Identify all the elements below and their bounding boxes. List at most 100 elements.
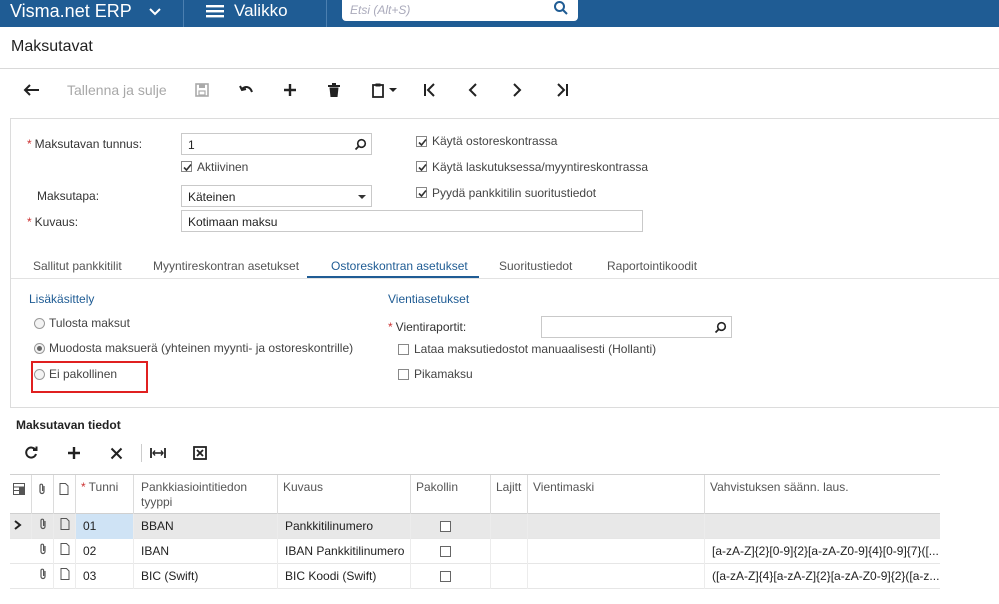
active-checkbox[interactable] (181, 161, 192, 172)
row-regex[interactable]: ([a-zA-Z]{4}[a-zA-Z]{2}[a-zA-Z0-9]{2}([a… (705, 564, 940, 589)
active-label: Aktiivinen (197, 160, 249, 174)
global-search-input[interactable] (350, 1, 540, 19)
add-button[interactable] (279, 79, 301, 101)
export-excel-button[interactable] (189, 442, 211, 464)
delete-button[interactable] (323, 79, 345, 101)
caret-down-icon (388, 88, 397, 92)
header-type[interactable]: Pankkiasiointitiedon tyyppi (134, 475, 278, 514)
header-row-settings[interactable] (10, 475, 32, 514)
tab-ar-settings[interactable]: Myyntireskontran asetukset (153, 259, 299, 273)
row-description[interactable]: IBAN Pankkitilinumero (278, 539, 411, 564)
row-pointer (10, 514, 32, 539)
create-batch-label: Muodosta maksuerä (yhteinen myynti- ja o… (49, 341, 354, 355)
back-button[interactable] (20, 79, 44, 101)
row-attachment[interactable] (32, 539, 54, 564)
table-row[interactable]: 03 BIC (Swift) BIC Koodi (Swift) ([a-zA-… (10, 564, 940, 589)
global-search[interactable] (342, 0, 578, 21)
last-page-icon (557, 83, 568, 97)
header-required[interactable]: Pakollin (411, 475, 491, 514)
export-section-title: Vientiasetukset (388, 292, 470, 306)
create-batch-radio[interactable] (34, 343, 45, 354)
chevron-right-icon (513, 83, 522, 97)
row-type[interactable]: IBAN (134, 539, 278, 564)
row-description[interactable]: BIC Koodi (Swift) (278, 564, 411, 589)
use-in-ar-label: Käytä laskutuksessa/myyntireskontrassa (432, 160, 649, 174)
row-type[interactable]: BIC (Swift) (134, 564, 278, 589)
fit-columns-button[interactable] (147, 442, 169, 464)
required-checkbox[interactable] (440, 521, 451, 532)
first-record-button[interactable] (419, 79, 441, 101)
header-description[interactable]: Kuvaus (278, 475, 411, 514)
payment-method-id-field[interactable]: 1 (181, 133, 372, 155)
row-type[interactable]: BBAN (134, 514, 278, 539)
row-mask[interactable] (528, 514, 705, 539)
row-sort[interactable] (491, 514, 528, 539)
header-validation-regex[interactable]: Vahvistuksen säänn. laus. (705, 475, 940, 514)
row-note[interactable] (54, 564, 76, 589)
undo-button[interactable] (235, 79, 257, 101)
hamburger-menu-icon[interactable] (205, 2, 225, 20)
toolbar-separator (141, 444, 142, 462)
header-id[interactable]: * Tunni (76, 475, 134, 514)
row-mask[interactable] (528, 539, 705, 564)
row-note[interactable] (54, 539, 76, 564)
payment-method-id-value: 1 (188, 138, 195, 152)
undo-icon (239, 85, 253, 93)
note-icon (60, 518, 70, 530)
search-icon[interactable] (553, 0, 569, 16)
refresh-button[interactable] (20, 442, 42, 464)
manual-download-checkbox[interactable] (398, 344, 409, 355)
search-icon[interactable] (714, 321, 727, 334)
tab-remittance[interactable]: Suoritustiedot (499, 259, 572, 273)
bank-details-checkbox[interactable] (416, 187, 427, 198)
row-description[interactable]: Pankkitilinumero (278, 514, 411, 539)
required-checkbox[interactable] (440, 546, 451, 557)
table-row[interactable]: 02 IBAN IBAN Pankkitilinumero [a-zA-Z]{2… (10, 539, 940, 564)
clipboard-icon (371, 83, 384, 98)
print-payments-radio[interactable] (34, 318, 45, 329)
row-attachment[interactable] (32, 564, 54, 589)
row-id[interactable]: 02 (76, 539, 134, 564)
quick-payment-checkbox[interactable] (398, 369, 409, 380)
clipboard-menu-button[interactable] (366, 79, 402, 101)
top-separator (183, 0, 184, 27)
row-sort[interactable] (491, 564, 528, 589)
use-in-ap-checkbox[interactable] (416, 136, 427, 147)
chevron-down-icon[interactable] (146, 2, 164, 20)
row-regex[interactable]: [a-zA-Z]{2}[0-9]{2}[a-zA-Z0-9]{4}[0-9]{7… (705, 539, 940, 564)
row-attachment[interactable] (32, 514, 54, 539)
tab-allowed-bank-accounts[interactable]: Sallitut pankkitilit (33, 259, 122, 273)
add-row-button[interactable] (63, 442, 85, 464)
caret-down-icon (358, 195, 366, 199)
save-and-close-button[interactable]: Tallenna ja sulje (67, 82, 167, 98)
previous-record-button[interactable] (462, 79, 484, 101)
header-export-mask[interactable]: Vientimaski (528, 475, 705, 514)
search-icon[interactable] (354, 138, 367, 151)
form-panel: * Maksutavan tunnus: 1 Aktiivinen Maksuta… (10, 118, 999, 408)
payment-method-select[interactable]: Käteinen (181, 185, 372, 207)
top-separator (326, 0, 327, 27)
table-row[interactable]: 01 BBAN Pankkitilinumero (10, 514, 940, 539)
next-record-button[interactable] (506, 79, 528, 101)
details-toolbar (10, 440, 999, 466)
required-checkbox[interactable] (440, 571, 451, 582)
row-regex[interactable] (705, 514, 940, 539)
row-mask[interactable] (528, 564, 705, 589)
header-sort-order[interactable]: Lajitt (491, 475, 528, 514)
menu-label[interactable]: Valikko (234, 0, 288, 22)
row-id[interactable]: 01 (76, 514, 134, 539)
app-name[interactable]: Visma.net ERP (10, 0, 132, 22)
export-reports-field[interactable] (541, 316, 732, 338)
row-note[interactable] (54, 514, 76, 539)
row-id[interactable]: 03 (76, 564, 134, 589)
grid-settings-icon (13, 483, 25, 495)
use-in-ar-checkbox[interactable] (416, 161, 427, 172)
delete-row-button[interactable] (105, 442, 127, 464)
divider (0, 68, 999, 69)
tab-reporting-codes[interactable]: Raportointikoodit (607, 259, 697, 273)
last-record-button[interactable] (551, 79, 573, 101)
description-field[interactable]: Kotimaan maksu (181, 210, 643, 232)
save-button[interactable] (191, 79, 213, 101)
row-sort[interactable] (491, 539, 528, 564)
tab-ap-settings[interactable]: Ostoreskontran asetukset (331, 259, 468, 273)
